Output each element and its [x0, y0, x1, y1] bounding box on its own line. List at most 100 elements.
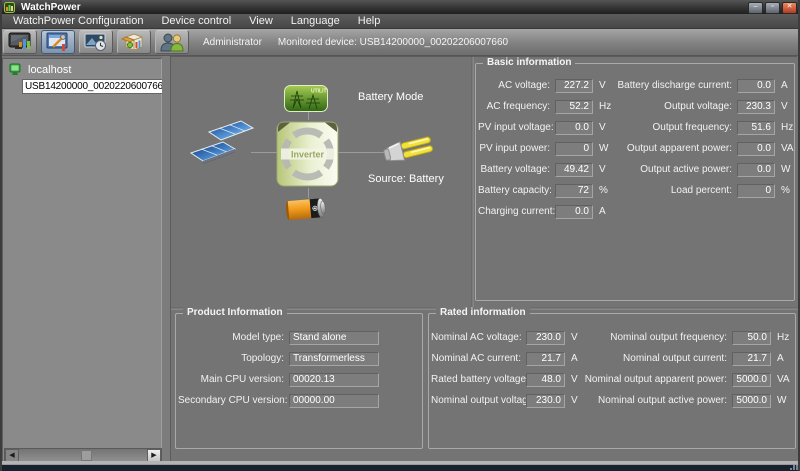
value-box[interactable]: 230.3	[737, 100, 775, 114]
tree-item-device[interactable]: USB14200000_00202206007660	[19, 79, 161, 94]
monitor-chart-icon	[7, 32, 33, 52]
value-box[interactable]: 5000.0	[732, 394, 771, 408]
value-box[interactable]: 00000.00	[289, 394, 379, 408]
menu-help[interactable]: Help	[349, 15, 390, 27]
value-box[interactable]: 0.0	[555, 121, 593, 135]
field-main-cpu-version: Main CPU version:00020.13	[178, 369, 379, 390]
field-output-active-power: Output active power:0.0W	[602, 159, 794, 180]
window-title: WatchPower	[21, 2, 81, 13]
diagram-info-splitter[interactable]	[471, 57, 474, 307]
tree-item-localhost[interactable]: localhost	[9, 63, 161, 76]
value-box[interactable]: 48.0	[526, 373, 565, 387]
basic-information-panel: Basic information AC voltage:227.2V AC f…	[475, 63, 795, 301]
rated-information-title: Rated information	[436, 307, 530, 318]
computer-icon	[9, 63, 22, 76]
value-box[interactable]: 0.0	[737, 163, 775, 177]
mode-label: Battery Mode	[358, 91, 423, 103]
source-label: Source: Battery	[368, 173, 444, 185]
field-load-percent: Load percent:0%	[602, 180, 794, 201]
value-box[interactable]: 00020.13	[289, 373, 379, 387]
field-ac-frequency: AC frequency:52.2Hz	[478, 96, 611, 117]
utility-icon: UTILITY	[284, 85, 328, 112]
load-bulb-icon	[382, 131, 435, 167]
field-pv-input-voltage: PV input voltage:0.0V	[478, 117, 611, 138]
field-secondary-cpu-version: Secondary CPU version:00000.00	[178, 390, 379, 411]
field-battery-voltage: Battery voltage:49.42V	[478, 159, 611, 180]
value-box[interactable]: 230.0	[526, 394, 565, 408]
window-left-border	[0, 0, 2, 471]
field-nominal-ac-current: Nominal AC current:21.7A	[431, 348, 578, 369]
field-ac-voltage: AC voltage:227.2V	[478, 75, 611, 96]
menu-view[interactable]: View	[240, 15, 282, 27]
value-box[interactable]: 0	[555, 142, 593, 156]
image-clock-icon	[83, 32, 109, 52]
field-rated-battery-voltage: Rated battery voltage:48.0V	[431, 369, 578, 390]
minimize-button[interactable]: –	[748, 2, 763, 14]
menu-device-control[interactable]: Device control	[152, 15, 240, 27]
value-box[interactable]: Transformerless	[289, 352, 379, 366]
field-nominal-ac-voltage: Nominal AC voltage:230.0V	[431, 327, 578, 348]
selected-device-label: USB14200000_00202206007660	[22, 79, 171, 94]
field-output-frequency: Output frequency:51.6Hz	[602, 117, 794, 138]
device-configuration-button[interactable]	[41, 30, 75, 54]
resize-grip-icon[interactable]	[788, 462, 798, 470]
user-management-button[interactable]	[155, 30, 189, 54]
basic-information-title: Basic information	[483, 57, 575, 68]
field-nominal-output-frequency: Nominal output frequency:50.0Hz	[575, 327, 790, 348]
menu-watchpower-configuration[interactable]: WatchPower Configuration	[4, 15, 152, 27]
field-output-apparent-power: Output apparent power:0.0VA	[602, 138, 794, 159]
inverter-icon: Inverter	[276, 119, 339, 189]
main-panel: UTILITY Battery Mode	[170, 56, 797, 461]
field-model-type: Model type:Stand alone	[178, 327, 379, 348]
rated-information-panel: Rated information Nominal AC voltage:230…	[428, 313, 796, 449]
value-box[interactable]: 50.0	[732, 331, 771, 345]
value-box[interactable]: 230.0	[526, 331, 565, 345]
field-charging-current: Charging current:0.0A	[478, 201, 611, 222]
value-box[interactable]: 0	[737, 184, 775, 198]
close-button[interactable]: ✕	[782, 2, 797, 14]
value-box[interactable]: 21.7	[526, 352, 565, 366]
field-nominal-output-active-power: Nominal output active power:5000.0W	[575, 390, 790, 411]
tree-item-label: localhost	[28, 64, 71, 76]
monitoring-button[interactable]	[3, 30, 37, 54]
solar-panel-icon	[189, 119, 255, 169]
field-pv-input-power: PV input power:0W	[478, 138, 611, 159]
tree-main-splitter[interactable]	[162, 56, 170, 461]
value-box[interactable]: 49.42	[555, 163, 593, 177]
user-role-label: Administrator	[203, 37, 262, 48]
value-box[interactable]: 5000.0	[732, 373, 771, 387]
value-box[interactable]: 0.0	[555, 205, 593, 219]
value-box[interactable]: 0.0	[737, 79, 775, 93]
svg-text:UTILITY: UTILITY	[311, 89, 328, 95]
maximize-button[interactable]: ▫	[765, 2, 780, 14]
value-box[interactable]: 0.0	[737, 142, 775, 156]
field-nominal-output-voltage: Nominal output voltage:230.0V	[431, 390, 578, 411]
monitored-device-label: Monitored device: USB14200000_0020220600…	[278, 37, 508, 48]
menu-language[interactable]: Language	[282, 15, 349, 27]
title-bar: WatchPower – ▫ ✕	[0, 0, 800, 15]
window-bottom-border	[0, 461, 800, 471]
value-box[interactable]: 21.7	[732, 352, 771, 366]
value-box[interactable]: 72	[555, 184, 593, 198]
value-box[interactable]: Stand alone	[289, 331, 379, 345]
value-box[interactable]: 227.2	[555, 79, 593, 93]
box-chart-icon	[121, 32, 147, 52]
solar-inverter-line	[251, 152, 278, 153]
toolbar: Administrator Monitored device: USB14200…	[0, 29, 800, 56]
device-data-button[interactable]	[117, 30, 151, 54]
product-information-title: Product Information	[183, 307, 287, 318]
app-icon	[4, 2, 15, 13]
field-output-voltage: Output voltage:230.3V	[602, 96, 794, 117]
field-nominal-output-apparent-power: Nominal output apparent power:5000.0VA	[575, 369, 790, 390]
value-box[interactable]: 51.6	[737, 121, 775, 135]
battery-icon	[285, 195, 329, 223]
scroll-thumb[interactable]	[81, 450, 92, 461]
field-battery-discharge-current: Battery discharge current:0.0A	[602, 75, 794, 96]
device-tree-panel: localhost USB14200000_00202206007660 ◀ ▶	[2, 58, 162, 465]
product-information-panel: Product Information Model type:Stand alo…	[175, 313, 423, 449]
value-box[interactable]: 52.2	[555, 100, 593, 114]
users-icon	[159, 32, 185, 52]
screenshot-button[interactable]	[79, 30, 113, 54]
menu-bar: WatchPower Configuration Device control …	[0, 14, 800, 29]
inverter-load-line	[337, 152, 385, 153]
